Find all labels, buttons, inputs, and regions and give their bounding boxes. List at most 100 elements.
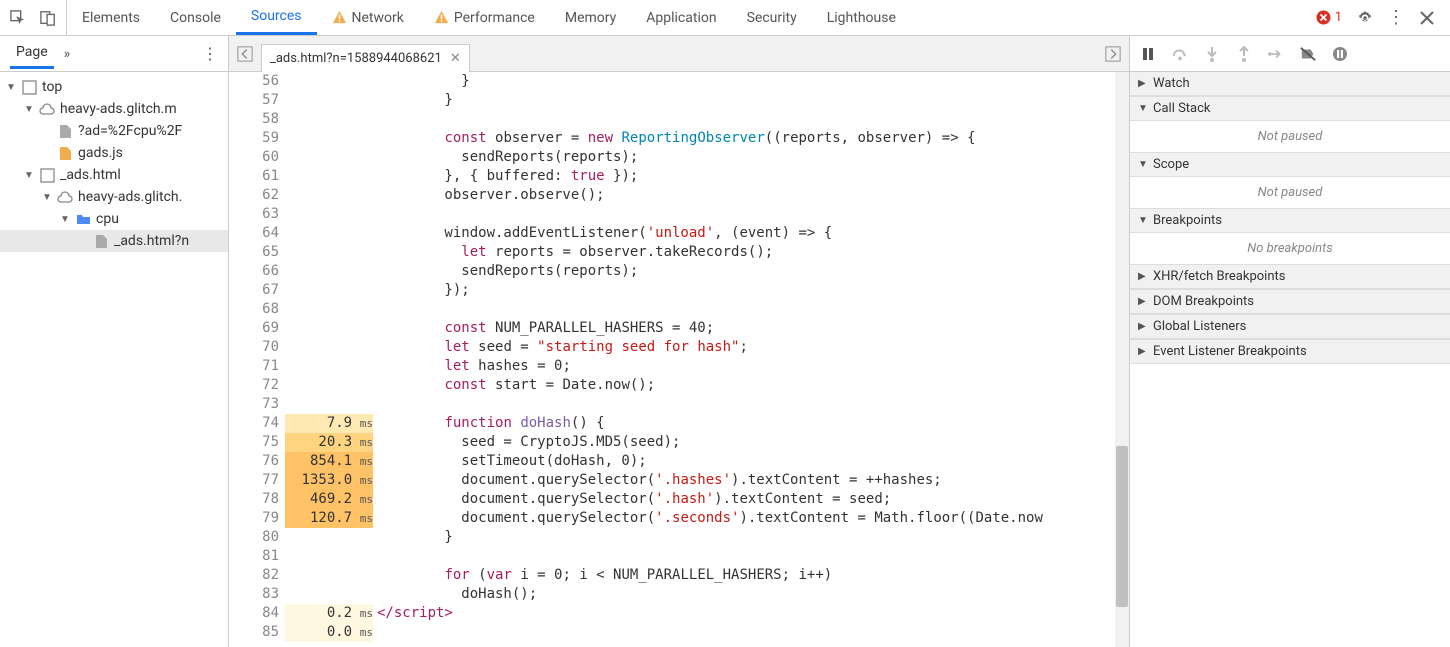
code-line[interactable]: setTimeout(doHash, 0); <box>377 452 1129 471</box>
accordion-header[interactable]: ▼Scope <box>1130 152 1450 177</box>
step-out-icon[interactable] <box>1236 46 1252 62</box>
vertical-scrollbar[interactable] <box>1115 72 1129 647</box>
tree-toggle-icon[interactable]: ▼ <box>24 170 34 181</box>
line-number[interactable]: 61 <box>229 167 279 186</box>
pause-on-exceptions-icon[interactable] <box>1332 46 1348 62</box>
code-line[interactable]: } <box>377 91 1129 110</box>
tree-toggle-icon[interactable]: ▼ <box>42 192 52 203</box>
tab-lighthouse[interactable]: Lighthouse <box>812 0 911 35</box>
tree-item[interactable]: ▼cpu <box>0 208 228 230</box>
code-line[interactable]: doHash(); <box>377 585 1129 604</box>
line-number[interactable]: 68 <box>229 300 279 319</box>
navigator-more-icon[interactable]: ⋮ <box>202 44 218 63</box>
line-number[interactable]: 75 <box>229 433 279 452</box>
line-number[interactable]: 83 <box>229 585 279 604</box>
line-number[interactable]: 56 <box>229 72 279 91</box>
deactivate-breakpoints-icon[interactable] <box>1300 46 1316 62</box>
more-menu-icon[interactable]: ⋮ <box>1388 10 1404 26</box>
line-number[interactable]: 71 <box>229 357 279 376</box>
code-line[interactable]: </script> <box>377 604 1129 623</box>
error-count-badge[interactable]: 1 <box>1316 10 1342 25</box>
accordion-header[interactable]: ▶Event Listener Breakpoints <box>1130 339 1450 364</box>
close-tab-icon[interactable]: ✕ <box>450 51 461 66</box>
pause-icon[interactable] <box>1140 46 1156 62</box>
line-number[interactable]: 64 <box>229 224 279 243</box>
code-line[interactable]: const observer = new ReportingObserver((… <box>377 129 1129 148</box>
line-number[interactable]: 69 <box>229 319 279 338</box>
code-line[interactable] <box>377 110 1129 129</box>
nav-back-icon[interactable] <box>237 46 253 62</box>
accordion-header[interactable]: ▼Call Stack <box>1130 96 1450 121</box>
line-number[interactable]: 77 <box>229 471 279 490</box>
line-number[interactable]: 62 <box>229 186 279 205</box>
code-line[interactable]: } <box>377 528 1129 547</box>
line-number[interactable]: 72 <box>229 376 279 395</box>
accordion-header[interactable]: ▶Global Listeners <box>1130 314 1450 339</box>
tab-console[interactable]: Console <box>155 0 236 35</box>
device-toggle-icon[interactable] <box>40 10 56 26</box>
code-line[interactable] <box>377 300 1129 319</box>
code-area[interactable]: } } const observer = new ReportingObserv… <box>377 72 1129 647</box>
tab-performance[interactable]: Performance <box>419 0 550 35</box>
code-line[interactable]: let hashes = 0; <box>377 357 1129 376</box>
line-number[interactable]: 67 <box>229 281 279 300</box>
tab-security[interactable]: Security <box>732 0 812 35</box>
line-number[interactable]: 57 <box>229 91 279 110</box>
code-line[interactable]: seed = CryptoJS.MD5(seed); <box>377 433 1129 452</box>
accordion-header[interactable]: ▶XHR/fetch Breakpoints <box>1130 264 1450 289</box>
line-number[interactable]: 78 <box>229 490 279 509</box>
code-line[interactable]: observer.observe(); <box>377 186 1129 205</box>
editor-tab[interactable]: _ads.html?n=1588944068621 ✕ <box>261 44 470 72</box>
code-line[interactable] <box>377 205 1129 224</box>
tab-application[interactable]: Application <box>631 0 731 35</box>
settings-icon[interactable] <box>1357 10 1373 26</box>
line-number[interactable]: 84 <box>229 604 279 623</box>
page-tab[interactable]: Page <box>10 38 54 69</box>
tree-item[interactable]: _ads.html?n <box>0 230 228 252</box>
line-number[interactable]: 76 <box>229 452 279 471</box>
tree-toggle-icon[interactable]: ▼ <box>24 104 34 115</box>
step-icon[interactable] <box>1268 46 1284 62</box>
code-line[interactable]: function doHash() { <box>377 414 1129 433</box>
line-number[interactable]: 73 <box>229 395 279 414</box>
scroll-thumb[interactable] <box>1116 446 1128 607</box>
more-tabs-icon[interactable]: » <box>64 46 71 62</box>
code-line[interactable]: document.querySelector('.seconds').textC… <box>377 509 1129 528</box>
line-number[interactable]: 80 <box>229 528 279 547</box>
code-line[interactable]: sendReports(reports); <box>377 262 1129 281</box>
nav-forward-icon[interactable] <box>1105 46 1121 62</box>
tab-memory[interactable]: Memory <box>550 0 631 35</box>
code-line[interactable] <box>377 547 1129 566</box>
code-line[interactable]: sendReports(reports); <box>377 148 1129 167</box>
code-line[interactable]: const NUM_PARALLEL_HASHERS = 40; <box>377 319 1129 338</box>
code-line[interactable]: } <box>377 72 1129 91</box>
accordion-header[interactable]: ▼Breakpoints <box>1130 208 1450 233</box>
tree-item[interactable]: ▼heavy-ads.glitch. <box>0 186 228 208</box>
code-line[interactable]: }); <box>377 281 1129 300</box>
code-line[interactable]: const start = Date.now(); <box>377 376 1129 395</box>
code-line[interactable]: document.querySelector('.hashes').textCo… <box>377 471 1129 490</box>
tree-item[interactable]: gads.js <box>0 142 228 164</box>
tab-sources[interactable]: Sources <box>236 0 317 35</box>
line-number[interactable]: 66 <box>229 262 279 281</box>
code-line[interactable]: }, { buffered: true }); <box>377 167 1129 186</box>
tree-item[interactable]: ?ad=%2Fcpu%2F <box>0 120 228 142</box>
code-line[interactable] <box>377 623 1129 642</box>
code-line[interactable]: document.querySelector('.hash').textCont… <box>377 490 1129 509</box>
step-into-icon[interactable] <box>1204 46 1220 62</box>
code-line[interactable]: let seed = "starting seed for hash"; <box>377 338 1129 357</box>
line-number[interactable]: 74 <box>229 414 279 433</box>
tree-item[interactable]: ▼heavy-ads.glitch.m <box>0 98 228 120</box>
accordion-header[interactable]: ▶Watch <box>1130 72 1450 96</box>
tree-item[interactable]: ▼_ads.html <box>0 164 228 186</box>
tree-toggle-icon[interactable]: ▼ <box>6 82 16 93</box>
code-line[interactable]: window.addEventListener('unload', (event… <box>377 224 1129 243</box>
line-number[interactable]: 63 <box>229 205 279 224</box>
code-line[interactable]: let reports = observer.takeRecords(); <box>377 243 1129 262</box>
tab-elements[interactable]: Elements <box>67 0 155 35</box>
accordion-header[interactable]: ▶DOM Breakpoints <box>1130 289 1450 314</box>
line-number[interactable]: 82 <box>229 566 279 585</box>
line-number[interactable]: 81 <box>229 547 279 566</box>
code-line[interactable]: for (var i = 0; i < NUM_PARALLEL_HASHERS… <box>377 566 1129 585</box>
code-line[interactable] <box>377 395 1129 414</box>
